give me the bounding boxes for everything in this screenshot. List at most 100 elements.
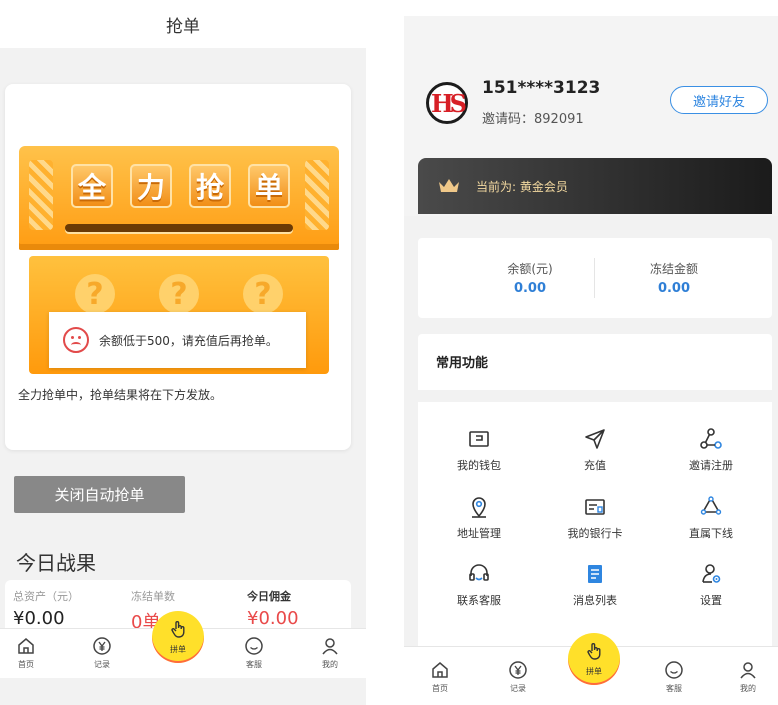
today-results-title: 今日战果 bbox=[16, 551, 96, 575]
function-invite-register[interactable]: 邀请注册 bbox=[666, 426, 756, 473]
tab-label: 我的 bbox=[322, 660, 338, 669]
location-icon bbox=[466, 494, 492, 520]
tab-label: 首页 bbox=[18, 660, 34, 669]
tab-group-order[interactable]: 拼单 bbox=[568, 633, 620, 685]
divider bbox=[418, 390, 772, 402]
tab-label: 记录 bbox=[510, 684, 526, 693]
function-label: 我的钱包 bbox=[457, 459, 501, 472]
stat-label: 冻结单数 bbox=[131, 590, 175, 603]
tab-mine[interactable]: 我的 bbox=[728, 659, 768, 694]
machine-tile: 单 bbox=[248, 164, 290, 208]
bank-card-icon bbox=[582, 494, 608, 520]
frozen-label: 冻结金额 bbox=[649, 262, 698, 276]
stat-label: 今日佣金 bbox=[247, 590, 291, 603]
function-message-list[interactable]: 消息列表 bbox=[550, 561, 640, 608]
frozen-value: 0.00 bbox=[657, 281, 691, 296]
user-phone: 151****3123 bbox=[482, 78, 601, 98]
question-icon: ? bbox=[243, 274, 283, 314]
grab-order-card: 全 力 抢 单 ? ? ? 全力抢单中，抢单结果将在下方发放。 bbox=[5, 84, 351, 450]
function-label: 设置 bbox=[700, 594, 722, 607]
tab-records[interactable]: 记录 bbox=[82, 635, 122, 670]
stat-total-assets: 总资产（元） ¥0.00 bbox=[13, 588, 79, 629]
message-list-icon bbox=[582, 561, 608, 587]
share-icon bbox=[698, 426, 724, 452]
function-label: 联系客服 bbox=[457, 594, 501, 607]
profile-screen: HS 151****3123 邀请码：892091 邀请好友 当前为: 黄金会员… bbox=[404, 16, 778, 705]
invite-friends-button[interactable]: 邀请好友 bbox=[670, 86, 768, 114]
tab-mine[interactable]: 我的 bbox=[310, 635, 350, 670]
stat-label: 总资产（元） bbox=[13, 590, 79, 603]
vip-level-text: 当前为: 黄金会员 bbox=[476, 179, 568, 194]
toast-text: 余额低于500，请充值后再抢单。 bbox=[99, 333, 278, 348]
stat-today-commission: 今日佣金 ¥0.00 bbox=[247, 588, 299, 629]
balance-block: 余额(元) 0.00 bbox=[470, 260, 590, 296]
balance-card: 余额(元) 0.00 冻结金额 0.00 bbox=[418, 238, 772, 318]
function-bank-card[interactable]: 我的银行卡 bbox=[550, 494, 640, 541]
home-icon bbox=[15, 635, 37, 657]
vip-level-bar: 当前为: 黄金会员 bbox=[418, 158, 772, 214]
function-label: 我的银行卡 bbox=[567, 527, 623, 540]
profile-header: HS 151****3123 邀请码：892091 邀请好友 当前为: 黄金会员 bbox=[404, 16, 778, 216]
tab-label: 记录 bbox=[94, 660, 110, 669]
user-icon bbox=[319, 635, 341, 657]
function-contact-support[interactable]: 联系客服 bbox=[434, 561, 524, 608]
functions-title: 常用功能 bbox=[436, 356, 489, 371]
function-label: 地址管理 bbox=[457, 527, 501, 540]
balance-value: 0.00 bbox=[513, 281, 547, 296]
chat-smile-icon bbox=[243, 635, 265, 657]
machine-slot bbox=[65, 224, 293, 232]
tab-label: 拼单 bbox=[586, 667, 602, 676]
page-title: 抢单 bbox=[0, 0, 366, 48]
home-icon bbox=[429, 659, 451, 681]
crown-icon bbox=[438, 178, 460, 194]
avatar[interactable]: HS bbox=[426, 82, 468, 124]
tab-label: 拼单 bbox=[170, 645, 186, 654]
grab-status-note: 全力抢单中，抢单结果将在下方发放。 bbox=[18, 388, 223, 402]
low-balance-toast: 余额低于500，请充值后再抢单。 bbox=[49, 312, 306, 368]
tab-support[interactable]: 客服 bbox=[234, 635, 274, 670]
team-icon bbox=[698, 494, 724, 520]
machine-stripe-right bbox=[305, 160, 329, 230]
send-icon bbox=[582, 426, 608, 452]
stat-value: ¥0.00 bbox=[247, 608, 299, 629]
frozen-block: 冻结金额 0.00 bbox=[614, 260, 734, 296]
tab-label: 首页 bbox=[432, 684, 448, 693]
sad-face-icon bbox=[63, 327, 89, 353]
function-settings[interactable]: 设置 bbox=[666, 561, 756, 608]
function-label: 消息列表 bbox=[573, 594, 617, 607]
machine-tile: 力 bbox=[130, 164, 172, 208]
tab-home[interactable]: 首页 bbox=[420, 659, 460, 694]
bottom-tab-bar: 首页 记录 拼单 客服 我的 bbox=[404, 633, 778, 705]
machine-tile: 抢 bbox=[189, 164, 231, 208]
bottom-tab-bar: 首页 记录 拼单 客服 我的 bbox=[0, 611, 366, 678]
function-label: 邀请注册 bbox=[689, 459, 733, 472]
function-direct-downline[interactable]: 直属下线 bbox=[666, 494, 756, 541]
tab-label: 客服 bbox=[666, 684, 682, 693]
tab-label: 我的 bbox=[740, 684, 756, 693]
question-icon: ? bbox=[75, 274, 115, 314]
common-functions-card: 常用功能 我的钱包 充值 邀请注册 地址管理 我的银行卡 直属下线 联系客服 消… bbox=[418, 334, 772, 664]
function-my-wallet[interactable]: 我的钱包 bbox=[434, 426, 524, 473]
machine-tile: 全 bbox=[71, 164, 113, 208]
tab-group-order[interactable]: 拼单 bbox=[152, 611, 204, 663]
stop-auto-grab-button[interactable]: 关闭自动抢单 bbox=[14, 476, 185, 513]
tab-label: 客服 bbox=[246, 660, 262, 669]
stat-value: ¥0.00 bbox=[13, 608, 65, 629]
function-address-management[interactable]: 地址管理 bbox=[434, 494, 524, 541]
tab-home[interactable]: 首页 bbox=[6, 635, 46, 670]
function-label: 充值 bbox=[584, 459, 606, 472]
function-recharge[interactable]: 充值 bbox=[550, 426, 640, 473]
machine-stripe-left bbox=[29, 160, 53, 230]
tap-hand-icon bbox=[584, 641, 604, 666]
yen-coin-icon bbox=[91, 635, 113, 657]
machine-top: 全 力 抢 单 bbox=[19, 146, 339, 250]
settings-icon bbox=[698, 561, 724, 587]
screenshot-root: 抢单 全 力 抢 单 ? ? ? 全力抢单中，抢单结果将在下方发放。 余额低于5… bbox=[0, 0, 778, 705]
tab-records[interactable]: 记录 bbox=[498, 659, 538, 694]
balance-label: 余额(元) bbox=[507, 262, 553, 276]
wallet-icon bbox=[466, 426, 492, 452]
question-icon: ? bbox=[159, 274, 199, 314]
user-icon bbox=[737, 659, 759, 681]
divider bbox=[594, 258, 595, 298]
tab-support[interactable]: 客服 bbox=[654, 659, 694, 694]
